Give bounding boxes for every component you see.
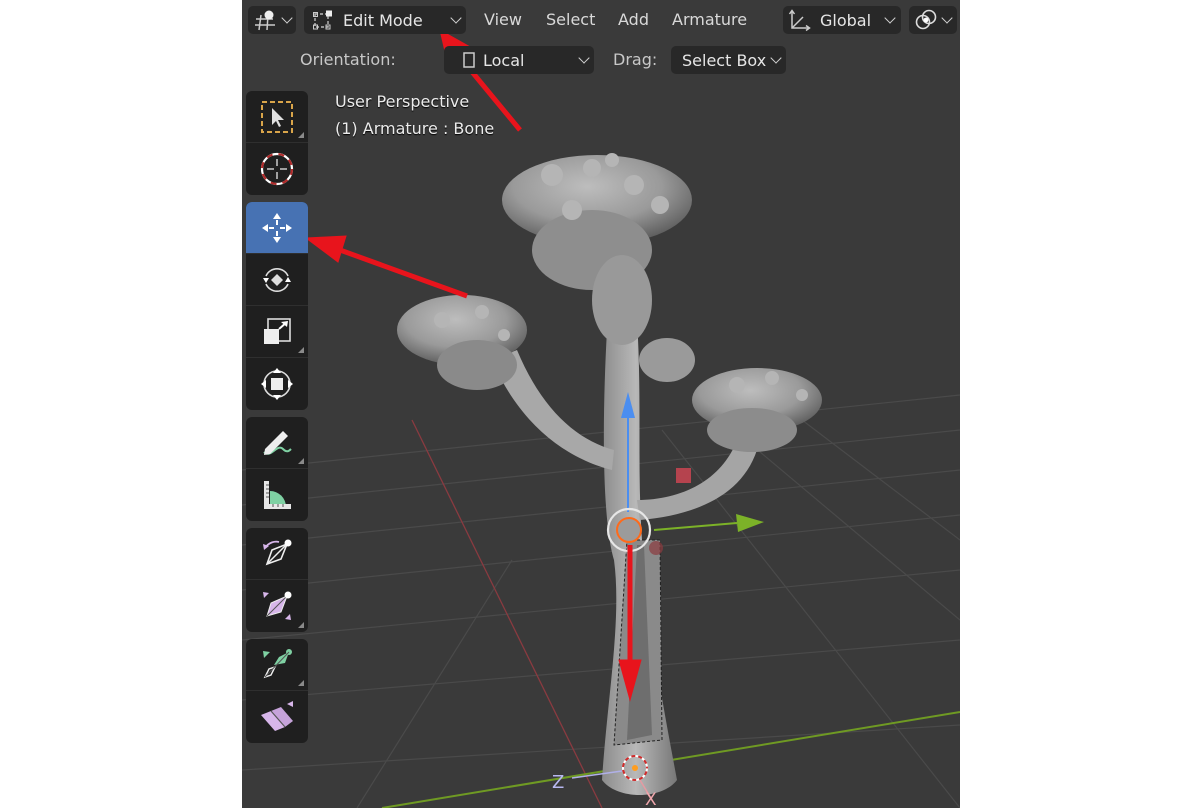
pivot-point-dropdown[interactable] bbox=[909, 6, 957, 34]
drag-label: Drag: bbox=[613, 50, 658, 69]
bone-size-icon bbox=[263, 591, 292, 620]
active-object-info: (1) Armature : Bone bbox=[335, 119, 495, 138]
menu-armature[interactable]: Armature bbox=[672, 10, 747, 30]
menu-add[interactable]: Add bbox=[618, 10, 649, 30]
cursor-icon bbox=[260, 152, 294, 186]
scale-icon bbox=[264, 317, 291, 344]
menu-view[interactable]: View bbox=[484, 10, 522, 30]
editor-type-button[interactable] bbox=[248, 6, 296, 34]
tool-move[interactable] bbox=[246, 202, 308, 254]
tool-shear[interactable] bbox=[246, 691, 308, 743]
3d-viewport-icon bbox=[255, 10, 275, 31]
orientation-dropdown[interactable]: Local bbox=[444, 46, 594, 74]
transform-orientation-dropdown[interactable]: Global bbox=[783, 6, 901, 34]
chevron-down-icon bbox=[884, 12, 896, 24]
transform-icon bbox=[261, 368, 293, 400]
toolbar-group-transform bbox=[246, 202, 308, 410]
tool-extrude[interactable] bbox=[246, 639, 308, 691]
tool-bone-size[interactable] bbox=[246, 580, 308, 632]
x-axis-label: X bbox=[645, 790, 657, 808]
tool-measure[interactable] bbox=[246, 469, 308, 521]
orientation-label: Orientation: bbox=[300, 50, 396, 69]
transform-orientation-icon bbox=[788, 9, 811, 32]
y-arrow bbox=[736, 514, 764, 532]
local-orientation-icon bbox=[463, 52, 475, 68]
transform-orientation-label: Global bbox=[820, 10, 872, 30]
chevron-down-icon bbox=[941, 12, 953, 24]
measure-icon bbox=[264, 481, 291, 509]
edit-mode-icon bbox=[313, 10, 332, 30]
select-box-icon bbox=[261, 100, 293, 133]
drag-dropdown[interactable]: Select Box bbox=[671, 46, 786, 74]
menu-select[interactable]: Select bbox=[546, 10, 595, 30]
drag-value: Select Box bbox=[682, 50, 767, 70]
chevron-down-icon bbox=[770, 52, 782, 64]
rotate-icon bbox=[263, 267, 291, 292]
z-axis-label: Z bbox=[552, 772, 564, 793]
tool-select-box[interactable] bbox=[246, 91, 308, 143]
chevron-down-icon bbox=[578, 52, 590, 64]
pivot-snapping-icon bbox=[915, 9, 937, 30]
orientation-value: Local bbox=[483, 50, 525, 70]
submenu-indicator bbox=[298, 680, 304, 686]
tree-mesh bbox=[397, 153, 822, 795]
move-icon bbox=[262, 212, 292, 243]
bone-roll-icon bbox=[263, 539, 292, 565]
xz-plane-handle bbox=[676, 468, 691, 483]
toolbar-group-annotate bbox=[246, 417, 308, 521]
submenu-indicator bbox=[298, 622, 304, 628]
arrow-to-move-tool bbox=[339, 247, 468, 299]
mode-selector-dropdown[interactable]: Edit Mode bbox=[304, 6, 466, 34]
submenu-indicator bbox=[298, 458, 304, 464]
tool-cursor[interactable] bbox=[246, 143, 308, 195]
submenu-indicator bbox=[298, 132, 304, 138]
tool-annotate[interactable] bbox=[246, 417, 308, 469]
toolbar-group-select bbox=[246, 91, 308, 195]
tool-bone-roll[interactable] bbox=[246, 528, 308, 580]
tool-transform[interactable] bbox=[246, 358, 308, 410]
extrude-icon bbox=[263, 648, 292, 678]
shear-icon bbox=[261, 701, 293, 731]
chevron-down-icon bbox=[450, 12, 462, 24]
tool-rotate[interactable] bbox=[246, 254, 308, 306]
toolbar-group-bone bbox=[246, 528, 308, 632]
view-name: User Perspective bbox=[335, 92, 470, 111]
mode-selector-label: Edit Mode bbox=[343, 10, 423, 30]
3d-viewport[interactable]: Z X Edit Mode View Select Add Armature G… bbox=[242, 0, 960, 808]
chevron-down-icon bbox=[281, 12, 293, 24]
submenu-indicator bbox=[298, 347, 304, 353]
annotate-icon bbox=[263, 430, 292, 455]
toolbar-group-extrude bbox=[246, 639, 308, 743]
tool-scale[interactable] bbox=[246, 306, 308, 358]
x-axis-line bbox=[411, 419, 603, 808]
bone-head bbox=[616, 517, 642, 543]
